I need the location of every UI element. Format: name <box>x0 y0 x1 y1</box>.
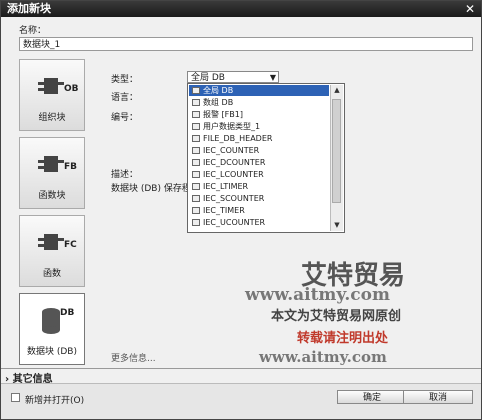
scroll-down-icon[interactable]: ▼ <box>331 220 343 231</box>
type-dropdown-list[interactable]: 全局 DB 数组 DB 报警 [FB1] 用户数据类型_1 FILE_DB_HE… <box>187 83 345 233</box>
dropdown-item[interactable]: 用户数据类型_1 <box>189 121 329 132</box>
dropdown-item[interactable]: IEC_LCOUNTER <box>189 169 329 180</box>
block-icon <box>192 99 200 106</box>
more-info-link[interactable]: 更多信息... <box>111 351 156 364</box>
tile-caption-fb: 函数块 <box>38 191 66 201</box>
dropdown-item[interactable]: 报警 [FB1] <box>189 109 329 120</box>
watermark-line-2: 转载请注明出处 <box>297 331 389 346</box>
cancel-button[interactable]: 取消 <box>403 390 473 404</box>
scroll-up-icon[interactable]: ▲ <box>331 85 343 96</box>
type-label: 类型： <box>111 75 139 85</box>
type-icon <box>192 195 200 202</box>
type-select-value: 全局 DB <box>191 73 225 83</box>
title-bar: 添加新块 ✕ <box>1 1 481 17</box>
dialog-title: 添加新块 <box>7 2 51 15</box>
dropdown-item[interactable]: IEC_DCOUNTER <box>189 157 329 168</box>
block-icon <box>192 87 200 94</box>
type-icon <box>192 135 200 142</box>
close-icon[interactable]: ✕ <box>465 1 475 17</box>
add-new-block-dialog: 添加新块 ✕ 名称： 数据块_1 OB 组织块 FB 函数块 FC 函数 DB … <box>0 0 482 420</box>
udt-icon <box>192 123 200 130</box>
type-icon <box>192 147 200 154</box>
dropdown-scrollbar[interactable]: ▲ ▼ <box>330 85 343 231</box>
scroll-thumb[interactable] <box>332 99 341 203</box>
add-and-open-checkbox[interactable] <box>11 393 20 402</box>
dropdown-item[interactable]: 数组 DB <box>189 97 329 108</box>
watermark-url-2: www.aitmy.com <box>259 348 387 366</box>
dropdown-item[interactable]: IEC_COUNTER <box>189 145 329 156</box>
tile-caption-ob: 组织块 <box>38 113 66 123</box>
dialog-footer: 新增并打开(O) 确定 取消 <box>1 383 481 419</box>
type-icon <box>192 171 200 178</box>
dropdown-item[interactable]: 全局 DB <box>189 85 329 96</box>
type-icon <box>192 219 200 226</box>
dropdown-item[interactable]: IEC_SCOUNTER <box>189 193 329 204</box>
ob-tag: OB <box>64 84 79 94</box>
watermark-url-1: www.aitmy.com <box>245 285 390 305</box>
tile-function[interactable]: FC 函数 <box>19 215 85 287</box>
fc-tag: FC <box>64 240 77 250</box>
type-select[interactable]: 全局 DB ▼ <box>187 71 279 83</box>
fb-tag: FB <box>64 162 78 172</box>
type-icon <box>192 183 200 190</box>
tile-caption-fc: 函数 <box>42 269 61 279</box>
db-tag: DB <box>60 308 75 318</box>
tile-organization-block[interactable]: OB 组织块 <box>19 59 85 131</box>
watermark-line-1: 本文为艾特贸易网原创 <box>271 309 402 324</box>
dropdown-item[interactable]: FILE_DB_HEADER <box>189 133 329 144</box>
tile-function-block[interactable]: FB 函数块 <box>19 137 85 209</box>
dropdown-item[interactable]: IEC_TIMER <box>189 205 329 216</box>
type-icon <box>192 207 200 214</box>
dropdown-item[interactable]: IEC_UCOUNTER <box>189 217 329 228</box>
type-icon <box>192 159 200 166</box>
block-type-panel: OB 组织块 FB 函数块 FC 函数 DB 数据块 (DB) <box>15 57 99 365</box>
language-label: 语言： <box>111 93 139 103</box>
name-label: 名称： <box>19 26 47 36</box>
tile-caption-db: 数据块 (DB) <box>27 347 77 357</box>
tile-data-block[interactable]: DB 数据块 (DB) <box>19 293 85 365</box>
section-divider <box>1 368 481 369</box>
dropdown-item[interactable]: IEC_LTIMER <box>189 181 329 192</box>
add-and-open-label: 新增并打开(O) <box>25 396 85 406</box>
number-label: 编号： <box>111 113 139 123</box>
block-name-input[interactable]: 数据块_1 <box>19 37 473 51</box>
ok-button[interactable]: 确定 <box>337 390 407 404</box>
description-label: 描述： <box>111 170 139 180</box>
alarm-icon <box>192 111 200 118</box>
